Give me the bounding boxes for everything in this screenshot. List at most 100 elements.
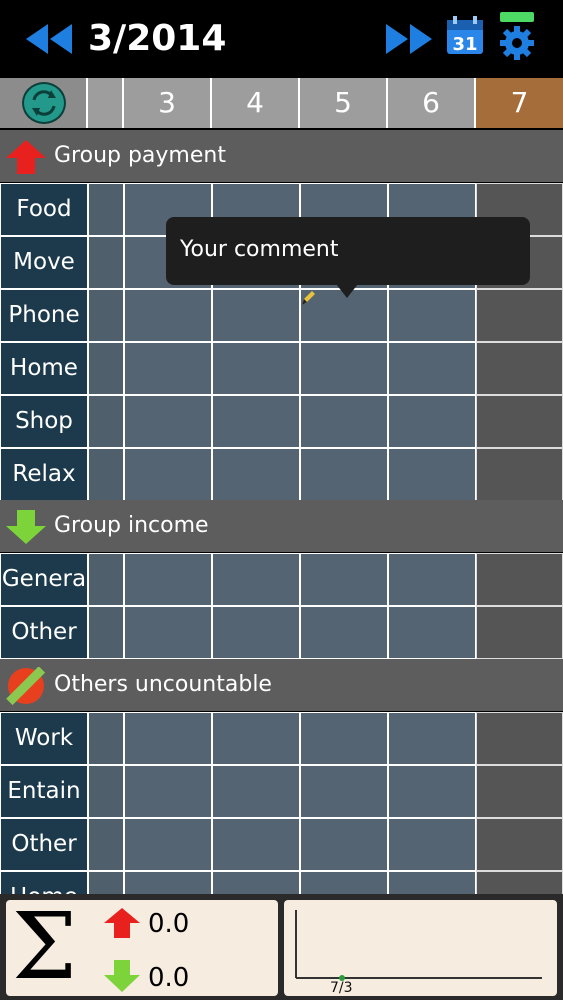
entry-cell[interactable]: [88, 236, 124, 289]
row-label[interactable]: Food: [0, 183, 88, 236]
entry-cell[interactable]: [388, 289, 476, 342]
table-row: Phone: [0, 289, 563, 342]
payment-total: 0.0: [148, 909, 190, 939]
entry-cell[interactable]: [212, 395, 300, 448]
entry-cell[interactable]: [476, 606, 563, 659]
entry-cell[interactable]: [388, 871, 476, 894]
entry-cell[interactable]: [476, 712, 563, 765]
entry-cell[interactable]: [124, 765, 212, 818]
entry-cell[interactable]: [212, 818, 300, 871]
entry-cell[interactable]: [212, 871, 300, 894]
entry-cell[interactable]: [388, 553, 476, 606]
entry-cell[interactable]: [88, 765, 124, 818]
entry-cell[interactable]: [388, 395, 476, 448]
entry-cell[interactable]: [388, 818, 476, 871]
settings-gear-icon[interactable]: [496, 10, 538, 60]
row-label[interactable]: Relax: [0, 448, 88, 500]
entry-cell[interactable]: [124, 342, 212, 395]
entry-cell[interactable]: [476, 342, 563, 395]
next-month-icon[interactable]: [386, 24, 432, 54]
comment-tooltip: Your comment: [166, 217, 530, 285]
entry-cell[interactable]: [476, 765, 563, 818]
mini-graph[interactable]: 7/3: [284, 900, 557, 996]
day-tab-6[interactable]: 6: [388, 78, 476, 128]
entry-cell[interactable]: [124, 448, 212, 500]
entry-cell[interactable]: [300, 606, 388, 659]
entry-cell[interactable]: [88, 712, 124, 765]
day-tab-5[interactable]: 5: [300, 78, 388, 128]
row-label[interactable]: Shop: [0, 395, 88, 448]
entry-cell[interactable]: [212, 606, 300, 659]
entry-cell[interactable]: [124, 871, 212, 894]
entry-cell[interactable]: [88, 395, 124, 448]
previous-month-icon[interactable]: [26, 24, 72, 54]
entry-cell[interactable]: [124, 289, 212, 342]
entry-cell[interactable]: [124, 818, 212, 871]
row-label[interactable]: Other: [0, 606, 88, 659]
entry-cell[interactable]: [300, 395, 388, 448]
entry-cell[interactable]: [476, 553, 563, 606]
entry-cell[interactable]: [212, 553, 300, 606]
entry-cell[interactable]: [88, 871, 124, 894]
totals-panel: Σ 0.0 0.0: [6, 893, 278, 1000]
day-header-row: 3 4 5 6 7: [0, 78, 563, 128]
entry-cell[interactable]: [212, 448, 300, 500]
entry-cell[interactable]: [476, 818, 563, 871]
row-label[interactable]: Move: [0, 236, 88, 289]
entry-cell[interactable]: [212, 712, 300, 765]
entry-cell[interactable]: [124, 395, 212, 448]
entry-cell[interactable]: [124, 606, 212, 659]
table-row: Work: [0, 712, 563, 765]
entry-cell[interactable]: [88, 818, 124, 871]
entry-cell[interactable]: [212, 765, 300, 818]
entry-cell[interactable]: [300, 818, 388, 871]
entry-cell[interactable]: [300, 553, 388, 606]
entry-cell[interactable]: [88, 553, 124, 606]
entry-cell[interactable]: [476, 448, 563, 500]
entry-cell[interactable]: [300, 712, 388, 765]
entry-cell[interactable]: [88, 289, 124, 342]
entry-cell[interactable]: [388, 765, 476, 818]
entry-cell[interactable]: [124, 553, 212, 606]
entry-cell[interactable]: [212, 289, 300, 342]
section-label-payment: Group payment: [54, 143, 226, 168]
row-label[interactable]: Genera: [0, 553, 88, 606]
entry-cell[interactable]: [300, 765, 388, 818]
entry-cell[interactable]: [476, 289, 563, 342]
entry-cell[interactable]: [388, 448, 476, 500]
entry-cell[interactable]: [388, 342, 476, 395]
refresh-button[interactable]: [0, 78, 88, 128]
mini-graph-date-label: 7/3: [330, 980, 353, 996]
calendar-day-text: 31: [452, 34, 477, 55]
entry-cell[interactable]: [88, 183, 124, 236]
row-label[interactable]: Work: [0, 712, 88, 765]
row-label[interactable]: Entain: [0, 765, 88, 818]
table-row: Relax: [0, 448, 563, 500]
entry-cell[interactable]: [88, 606, 124, 659]
entry-cell[interactable]: [88, 448, 124, 500]
entry-cell[interactable]: [476, 871, 563, 894]
pencil-icon[interactable]: [300, 291, 316, 307]
comment-tooltip-arrow: [336, 284, 358, 298]
entry-cell[interactable]: [388, 606, 476, 659]
row-label[interactable]: Home: [0, 342, 88, 395]
table-row: Home: [0, 342, 563, 395]
day-tab-4[interactable]: 4: [212, 78, 300, 128]
entry-cell[interactable]: [300, 448, 388, 500]
day-tab-3[interactable]: 3: [124, 78, 212, 128]
row-label[interactable]: Home: [0, 871, 88, 894]
calendar-icon[interactable]: 31: [445, 16, 485, 56]
row-label[interactable]: Phone: [0, 289, 88, 342]
row-label[interactable]: Other: [0, 818, 88, 871]
day-tab-7-selected[interactable]: 7: [476, 78, 563, 128]
entry-cell[interactable]: [388, 712, 476, 765]
entry-cell[interactable]: [88, 342, 124, 395]
entry-cell[interactable]: [300, 871, 388, 894]
slash-circle-icon: [6, 667, 46, 705]
entry-cell[interactable]: [300, 342, 388, 395]
section-header-payment: Group payment: [0, 130, 563, 182]
entry-cell[interactable]: [476, 395, 563, 448]
entry-cell[interactable]: [124, 712, 212, 765]
table-row: Genera: [0, 553, 563, 606]
entry-cell[interactable]: [212, 342, 300, 395]
